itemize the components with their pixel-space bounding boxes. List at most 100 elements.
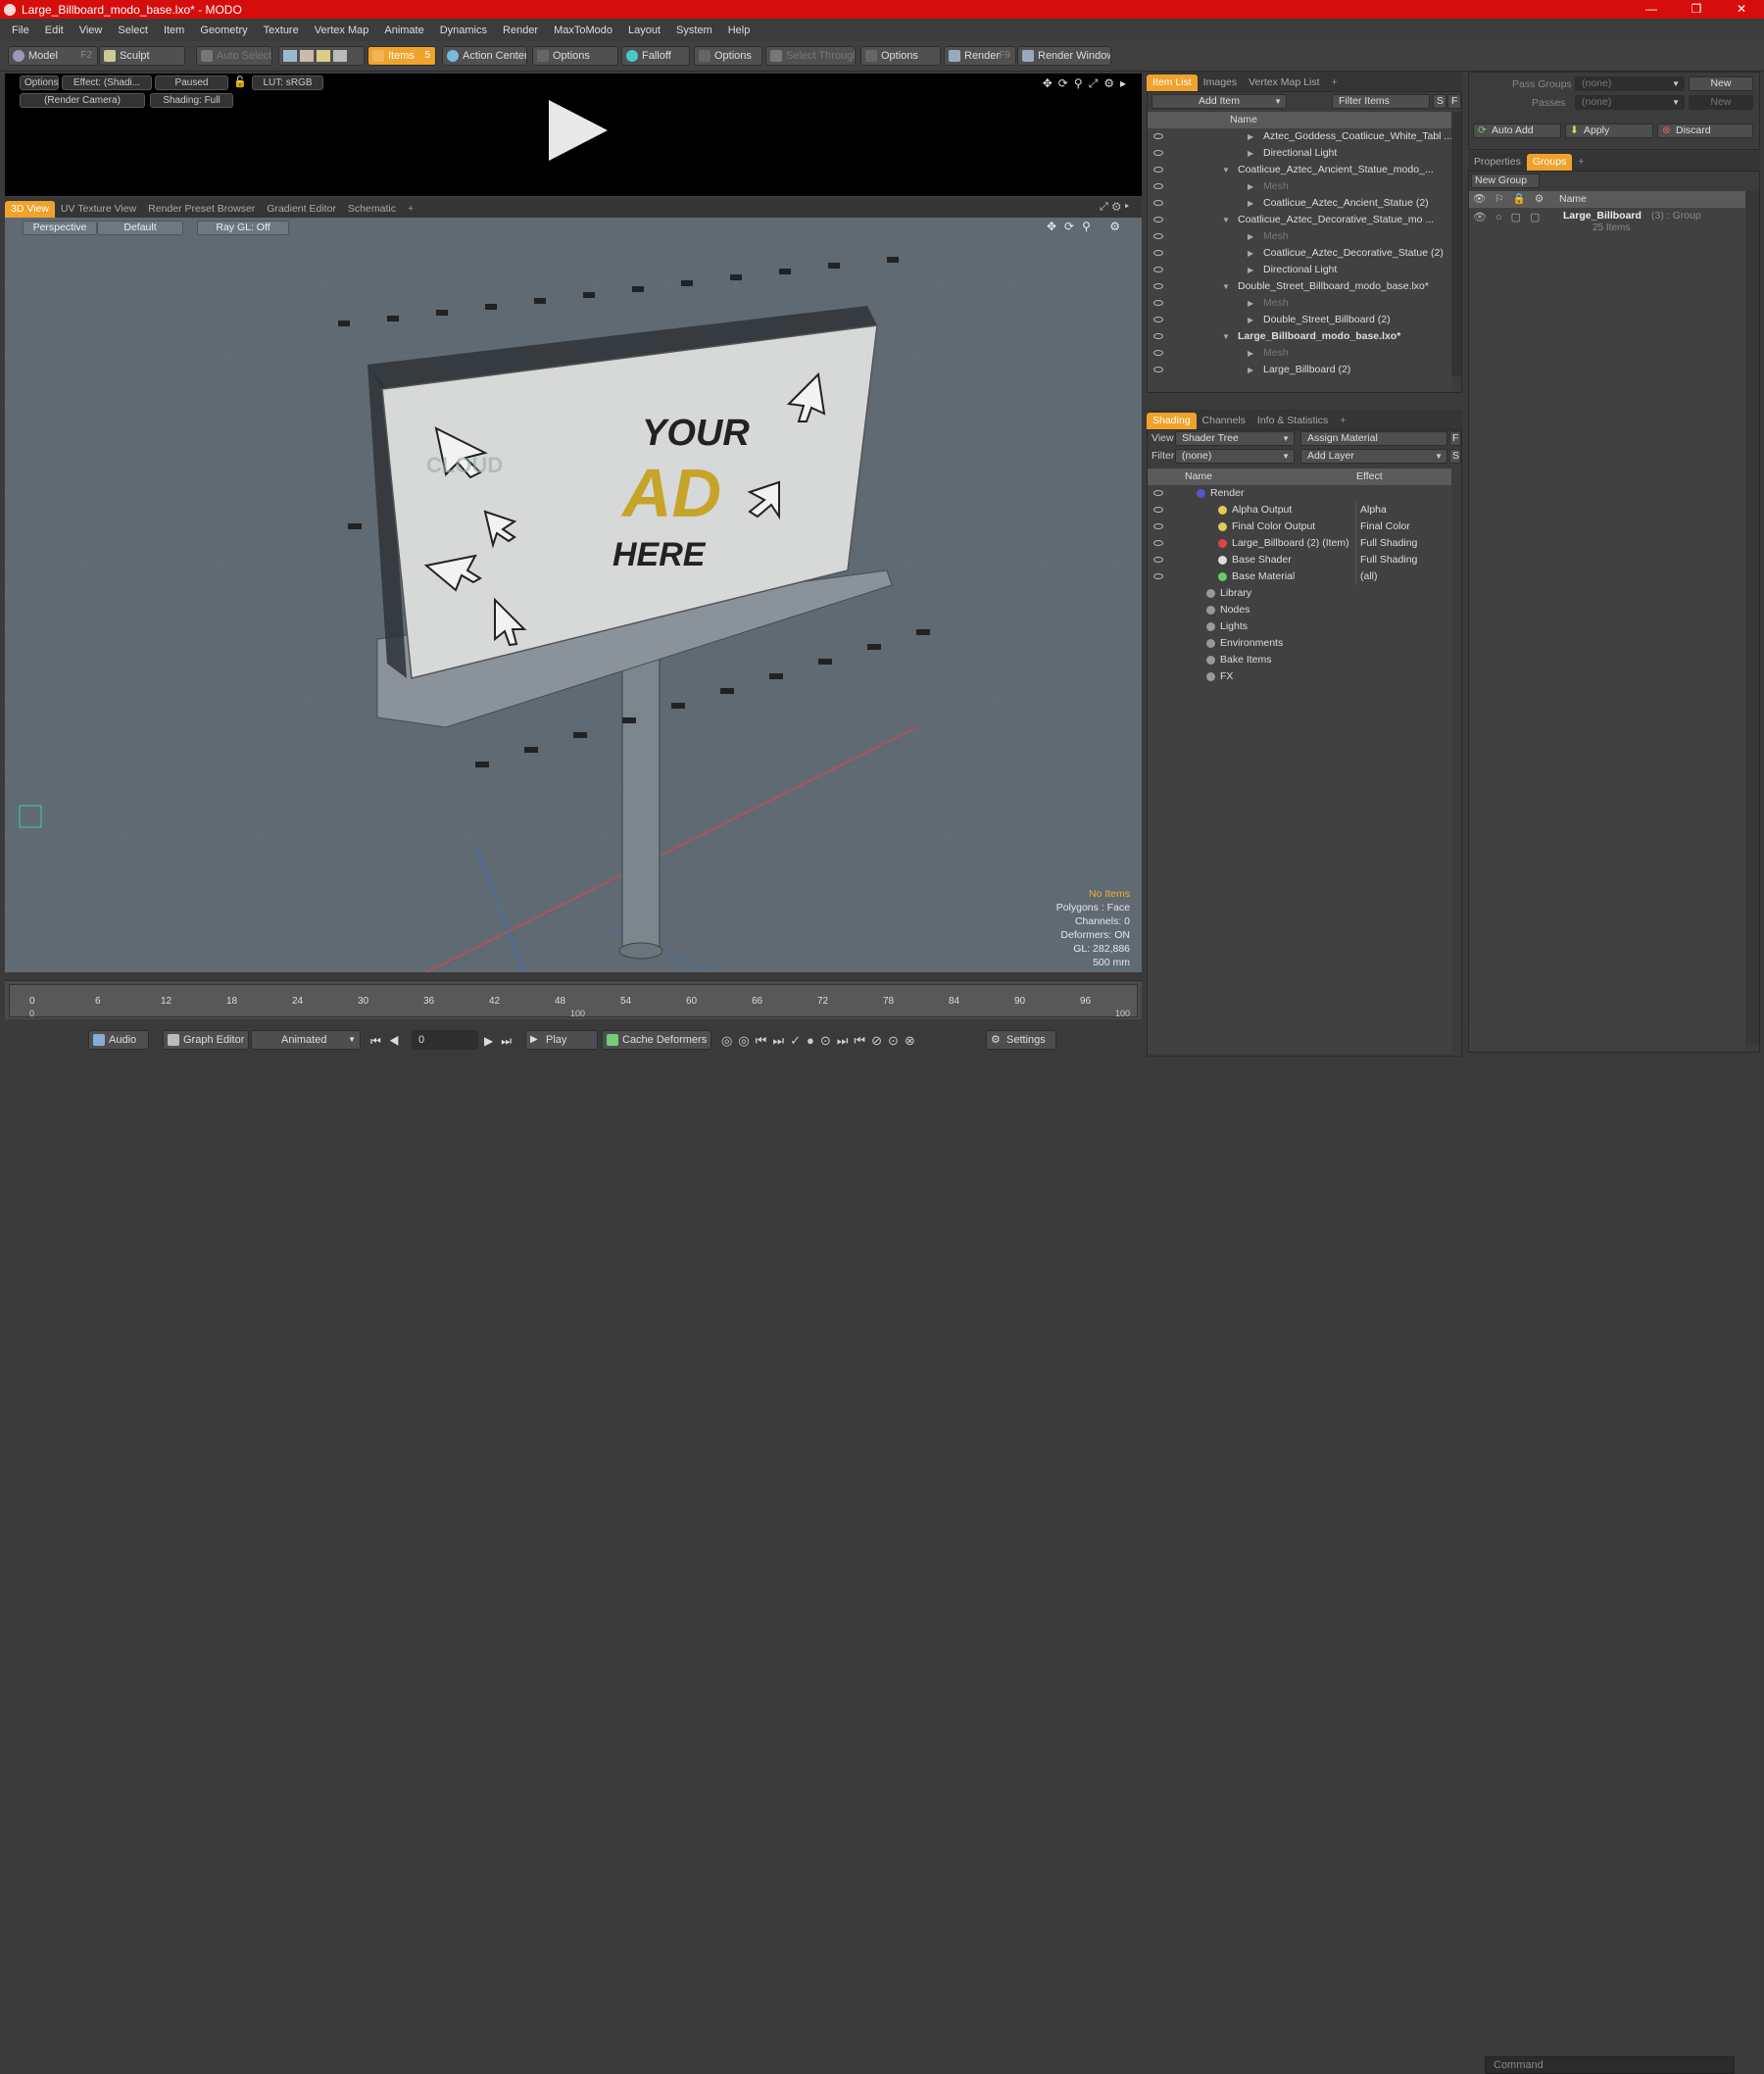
preview-camera-dropdown[interactable]: (Render Camera): [20, 93, 145, 108]
expand-arrow-icon[interactable]: ▼: [1222, 328, 1230, 345]
menu-item-vertex-map[interactable]: Vertex Map: [307, 25, 377, 36]
groups-name-col[interactable]: Name: [1559, 191, 1587, 208]
visibility-eye-icon[interactable]: [1153, 507, 1163, 513]
minimize-button[interactable]: —: [1629, 0, 1674, 19]
visibility-eye-icon[interactable]: [1153, 540, 1163, 546]
timeline-ruler[interactable]: 0 100 100 0 6 12 18 24 30 36 42 48 54 60 66 72 78 84 90…: [9, 984, 1138, 1018]
visibility-eye-icon[interactable]: [1153, 283, 1163, 289]
visibility-eye-icon[interactable]: [1153, 133, 1163, 139]
menu-item-maxtomodo[interactable]: MaxToModo: [546, 25, 620, 36]
shader-tree-row[interactable]: Nodes: [1148, 602, 1451, 618]
visibility-eye-icon[interactable]: [1153, 217, 1163, 222]
filter-f-button[interactable]: F: [1447, 94, 1461, 109]
shader-effect-dropdown[interactable]: Final Color: [1355, 518, 1449, 535]
visibility-eye-icon[interactable]: [1153, 367, 1163, 372]
menu-item-dynamics[interactable]: Dynamics: [432, 25, 495, 36]
shader-tree-dropdown[interactable]: Shader Tree ▼: [1175, 431, 1295, 446]
menu-item-system[interactable]: System: [668, 25, 720, 36]
add-layer-dropdown[interactable]: Add Layer ▼: [1300, 449, 1447, 464]
item-list-row[interactable]: ▼ Double_Street_Billboard_modo_base.lxo*: [1148, 278, 1451, 295]
play-icon[interactable]: [549, 100, 608, 161]
step-back-controls[interactable]: ⏮◀: [370, 1034, 408, 1049]
item-list-row[interactable]: ▶ Coatlicue_Aztec_Decorative_Statue (2): [1148, 245, 1451, 262]
visibility-eye-icon[interactable]: [1153, 317, 1163, 322]
groups-scrollbar[interactable]: [1745, 191, 1759, 1044]
shader-tree-row[interactable]: Large_Billboard (2) (Item) Full Shading: [1148, 535, 1451, 552]
auto-add-button[interactable]: ⟳ Auto Add: [1473, 123, 1561, 138]
menu-item-item[interactable]: Item: [156, 25, 192, 36]
animated-dropdown[interactable]: Animated ▼: [251, 1030, 361, 1050]
tab-3d-view[interactable]: 3D View: [5, 201, 55, 218]
falloff-button[interactable]: Falloff: [621, 46, 690, 66]
item-list-row[interactable]: ▶ Mesh: [1148, 295, 1451, 312]
auto-select-button[interactable]: Auto Select: [196, 46, 272, 66]
collapse-arrow-icon[interactable]: ▶: [1248, 295, 1253, 312]
item-list-row[interactable]: ▶ Mesh: [1148, 228, 1451, 245]
tab-shading[interactable]: Shading: [1147, 413, 1197, 429]
shading-s-button[interactable]: S: [1449, 449, 1461, 464]
vertex-mode-icon[interactable]: [283, 50, 297, 62]
filter-s-button[interactable]: S: [1433, 94, 1446, 109]
collapse-arrow-icon[interactable]: ▶: [1248, 145, 1253, 162]
tab-add[interactable]: +: [1572, 154, 1590, 171]
maximize-button[interactable]: ❐: [1674, 0, 1719, 19]
preview-lut-dropdown[interactable]: LUT: sRGB: [252, 75, 323, 90]
new-group-button[interactable]: New Group: [1471, 173, 1540, 188]
item-list-row[interactable]: ▶ Large_Billboard (2): [1148, 362, 1451, 378]
collapse-arrow-icon[interactable]: ▶: [1248, 178, 1253, 195]
material-mode-icon[interactable]: [333, 50, 347, 62]
visibility-eye-icon[interactable]: [1153, 200, 1163, 206]
panel-controls-icon[interactable]: ⤢⚙▸: [1100, 201, 1133, 214]
tab-add[interactable]: +: [1334, 413, 1351, 429]
menu-item-animate[interactable]: Animate: [376, 25, 431, 36]
visibility-eye-icon[interactable]: [1153, 233, 1163, 239]
shader-tree-row[interactable]: Bake Items: [1148, 652, 1451, 668]
item-list-row[interactable]: ▶ Mesh: [1148, 178, 1451, 195]
passes-dropdown[interactable]: (none) ▼: [1575, 95, 1685, 110]
menu-item-geometry[interactable]: Geometry: [192, 25, 255, 36]
tab-channels[interactable]: Channels: [1197, 413, 1251, 429]
shader-tree-row[interactable]: Alpha Output Alpha: [1148, 502, 1451, 518]
item-list-row[interactable]: ▶ Mesh: [1148, 345, 1451, 362]
tab-schematic[interactable]: Schematic: [342, 201, 402, 218]
visibility-eye-icon[interactable]: [1153, 350, 1163, 356]
falloff-options-button[interactable]: Options: [694, 46, 762, 66]
shader-effect-dropdown[interactable]: Full Shading: [1355, 535, 1449, 552]
play-button[interactable]: ▶ Play: [525, 1030, 598, 1050]
tab-groups[interactable]: Groups: [1526, 154, 1573, 171]
visibility-eye-icon[interactable]: [1153, 183, 1163, 189]
visibility-eye-icon[interactable]: [1153, 333, 1163, 339]
sculpt-button[interactable]: Sculpt: [99, 46, 185, 66]
tab-item-list[interactable]: Item List: [1147, 74, 1198, 91]
discard-button[interactable]: ⊗ Discard: [1657, 123, 1753, 138]
select-options-button[interactable]: Options: [860, 46, 941, 66]
lock-icon[interactable]: 🔓: [233, 75, 247, 88]
shader-tree-row[interactable]: Environments: [1148, 635, 1451, 652]
shader-tree-row[interactable]: Library: [1148, 585, 1451, 602]
expand-arrow-icon[interactable]: ▼: [1222, 162, 1230, 178]
group-row-toggles[interactable]: 👁○▢▢: [1473, 211, 1548, 223]
item-list-row[interactable]: ▼ Coatlicue_Aztec_Decorative_Statue_mo ..…: [1148, 212, 1451, 228]
collapse-arrow-icon[interactable]: ▶: [1248, 228, 1253, 245]
menu-item-select[interactable]: Select: [110, 25, 156, 36]
menu-item-texture[interactable]: Texture: [256, 25, 307, 36]
shader-tree-row[interactable]: Lights: [1148, 618, 1451, 635]
render-button[interactable]: Render F9: [944, 46, 1016, 66]
close-button[interactable]: ✕: [1719, 0, 1764, 19]
shader-effect-dropdown[interactable]: (all): [1355, 568, 1449, 585]
collapse-arrow-icon[interactable]: ▶: [1248, 262, 1253, 278]
render-window-button[interactable]: Render Window: [1017, 46, 1111, 66]
visibility-eye-icon[interactable]: [1153, 150, 1163, 156]
tab-add[interactable]: +: [1326, 74, 1344, 91]
model-button[interactable]: Model F2: [8, 46, 98, 66]
shading-f-button[interactable]: F: [1449, 431, 1461, 446]
item-list-row[interactable]: ▼ Large_Billboard_modo_base.lxo*: [1148, 328, 1451, 345]
pass-groups-dropdown[interactable]: (none) ▼: [1575, 76, 1685, 91]
menu-item-render[interactable]: Render: [495, 25, 546, 36]
edge-mode-icon[interactable]: [300, 50, 314, 62]
assign-material-dropdown[interactable]: Assign Material: [1300, 431, 1447, 446]
item-list-row[interactable]: ▶ Directional Light: [1148, 145, 1451, 162]
tab-images[interactable]: Images: [1198, 74, 1243, 91]
settings-button[interactable]: ⚙ Settings: [986, 1030, 1056, 1050]
visibility-eye-icon[interactable]: [1153, 557, 1163, 563]
